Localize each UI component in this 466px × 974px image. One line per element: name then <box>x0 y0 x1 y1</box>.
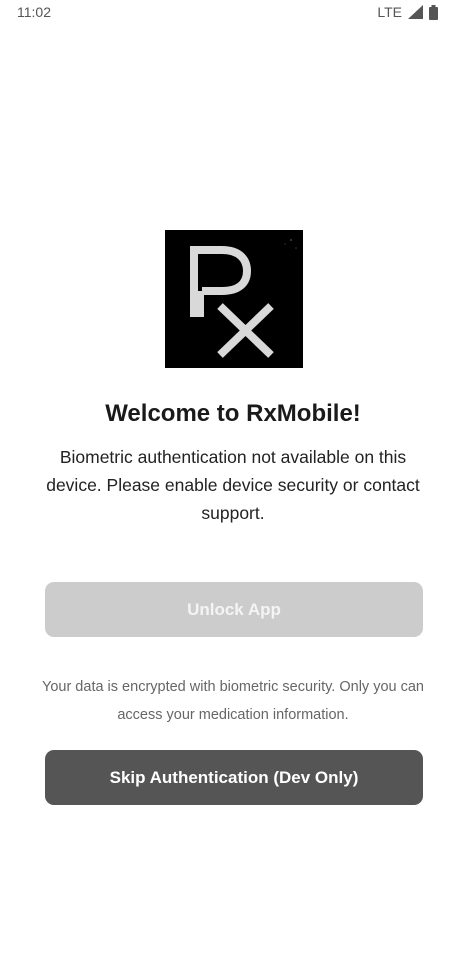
cell-signal-icon <box>408 5 423 19</box>
status-icons: LTE <box>377 4 438 20</box>
status-bar: 11:02 LTE <box>0 0 466 24</box>
skip-authentication-button[interactable]: Skip Authentication (Dev Only) <box>45 750 423 805</box>
auth-screen: 11:02 LTE Welcome to RxMobile! Biometric… <box>0 0 466 974</box>
security-note: Your data is encrypted with biometric se… <box>41 679 424 723</box>
network-type: LTE <box>377 4 402 20</box>
welcome-title: Welcome to RxMobile! <box>105 400 361 427</box>
status-time: 11:02 <box>17 4 51 20</box>
rx-logo-icon <box>165 230 303 368</box>
battery-icon <box>429 4 438 20</box>
unlock-app-button[interactable]: Unlock App <box>45 582 423 637</box>
biometric-unavailable-message: Biometric authentication not available o… <box>46 447 420 523</box>
